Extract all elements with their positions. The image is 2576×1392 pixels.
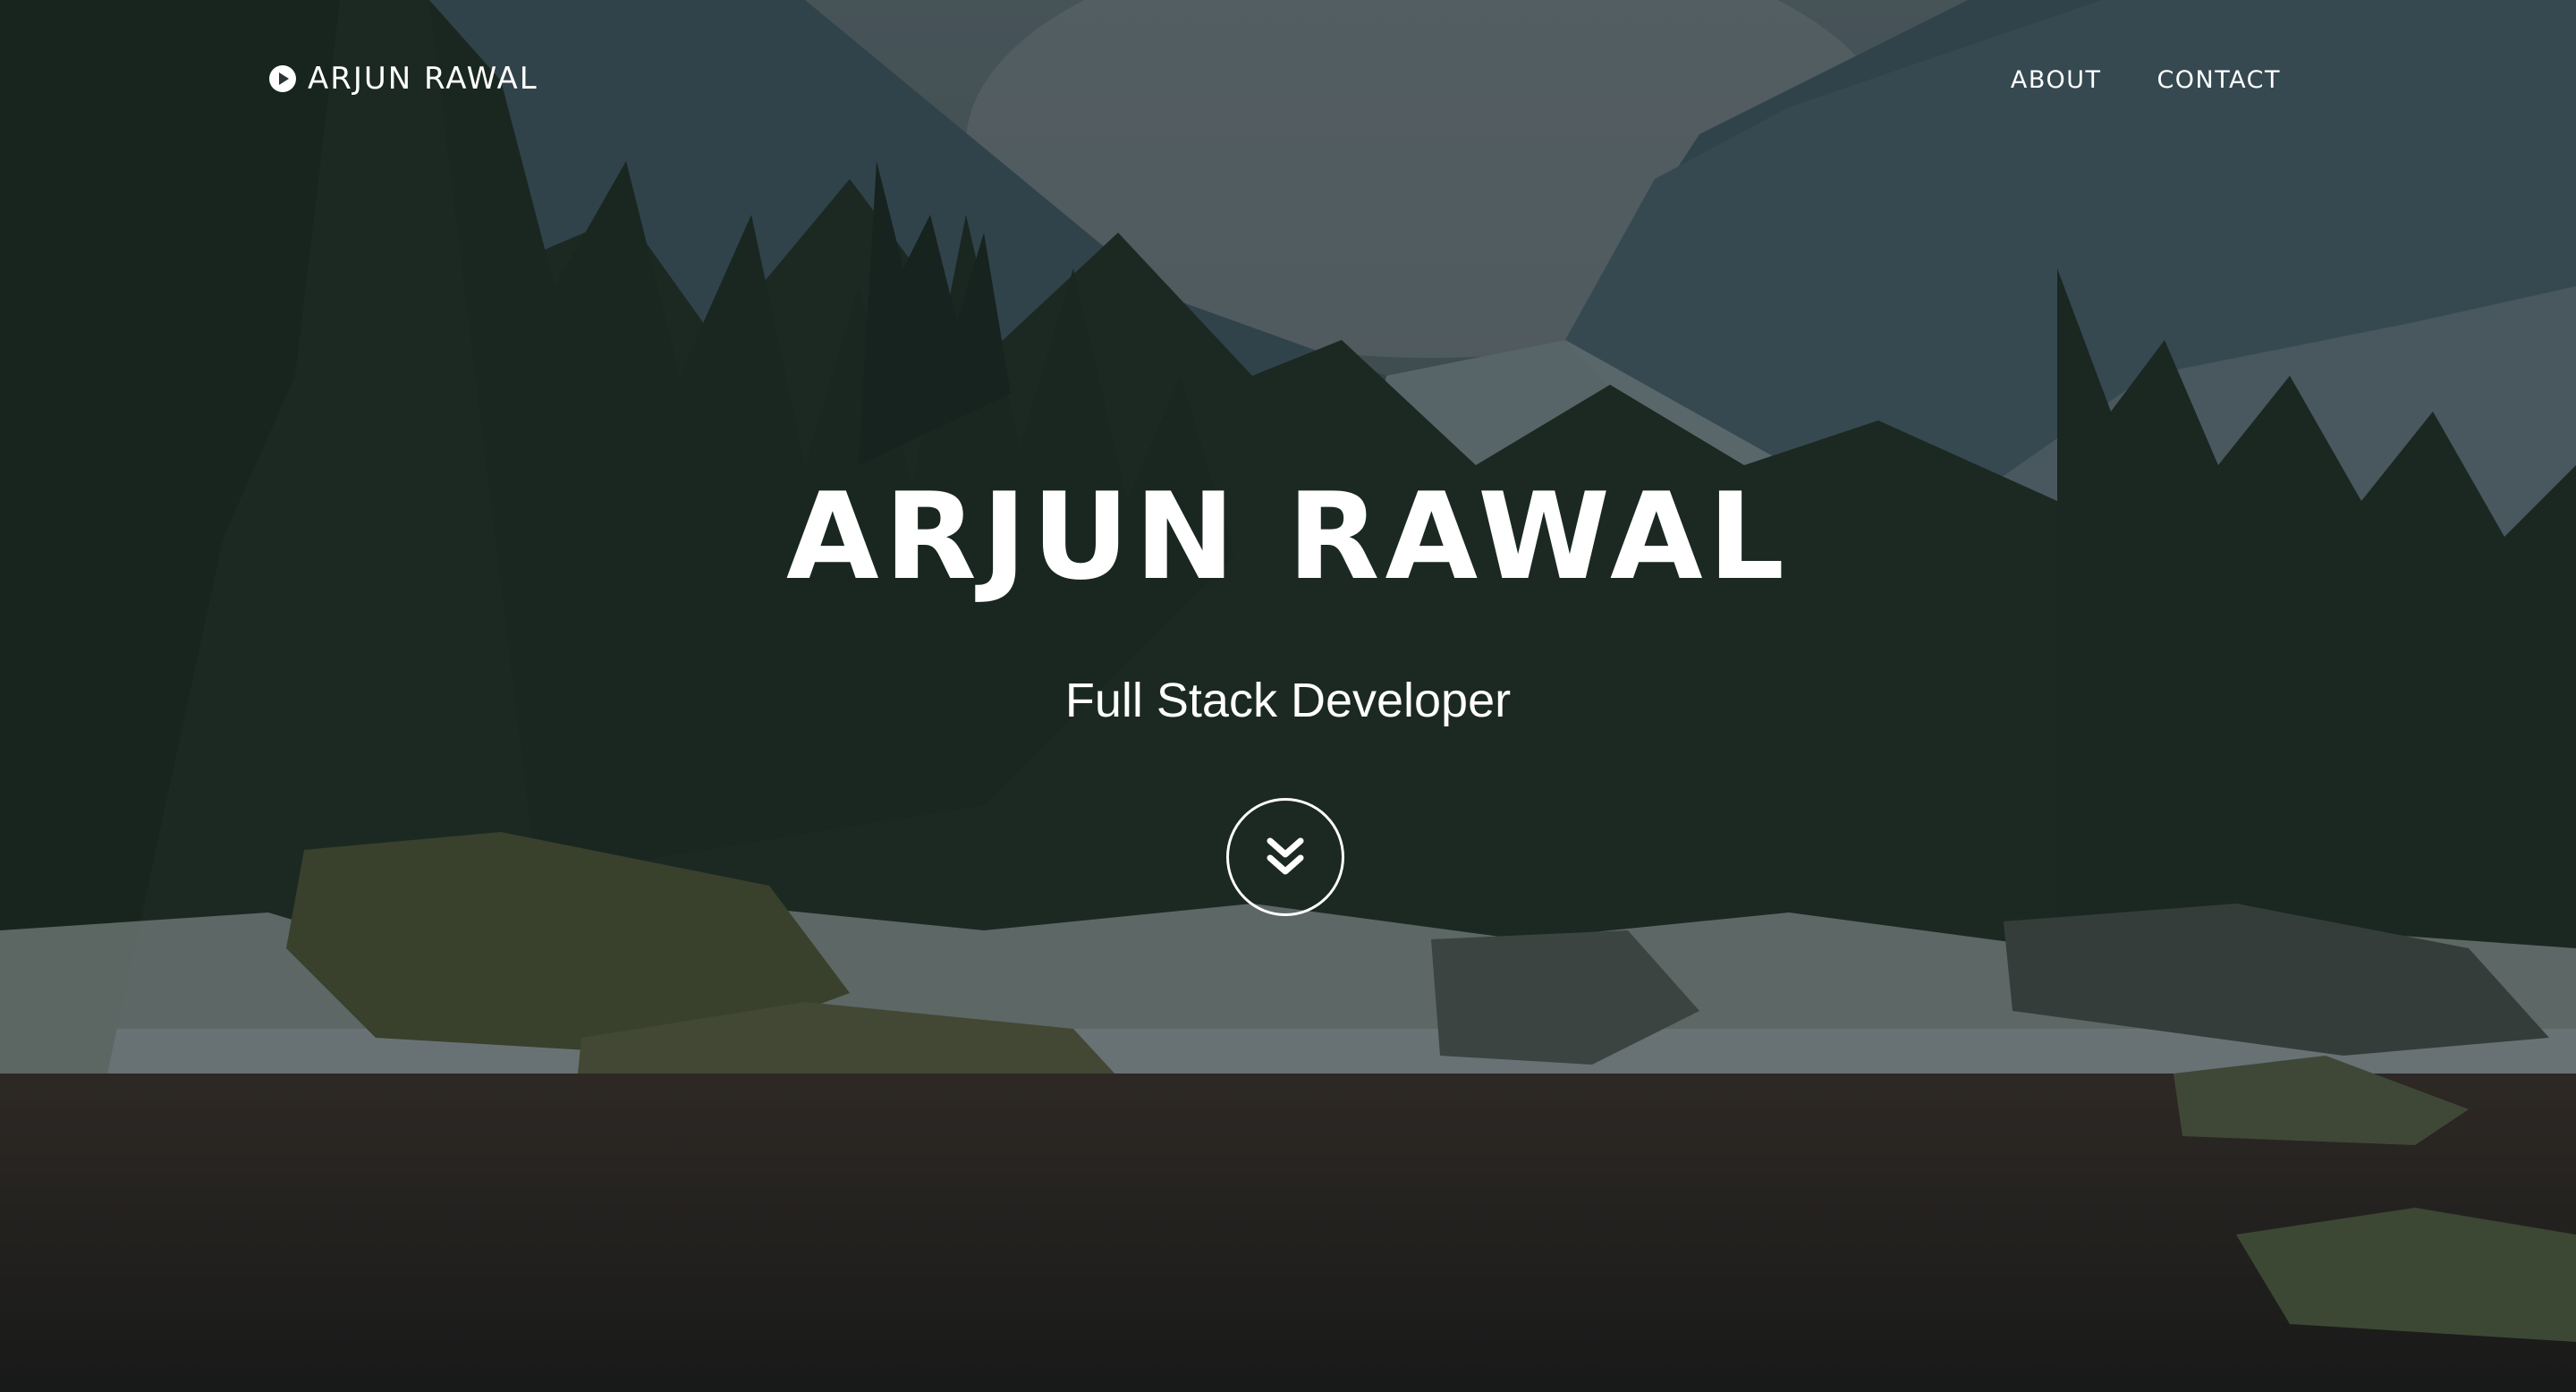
scroll-down-button[interactable] xyxy=(1226,798,1344,916)
hero-subtitle: Full Stack Developer xyxy=(1064,674,1512,727)
double-chevron-down-icon xyxy=(1267,837,1304,875)
top-navigation-bar: ARJUN RAWAL ABOUT CONTACT xyxy=(0,0,2576,161)
hero-title: ARJUN RAWAL xyxy=(785,467,1791,607)
nav-links: ABOUT CONTACT xyxy=(2011,63,2281,98)
nav-link-contact[interactable]: CONTACT xyxy=(2157,63,2281,98)
brand-name: ARJUN RAWAL xyxy=(308,61,538,97)
hero-section: ARJUN RAWAL ABOUT CONTACT ARJUN RAWAL Fu… xyxy=(0,0,2576,1392)
nav-link-about[interactable]: ABOUT xyxy=(2011,63,2102,98)
play-circle-icon xyxy=(269,65,296,92)
brand-link[interactable]: ARJUN RAWAL xyxy=(268,59,538,98)
